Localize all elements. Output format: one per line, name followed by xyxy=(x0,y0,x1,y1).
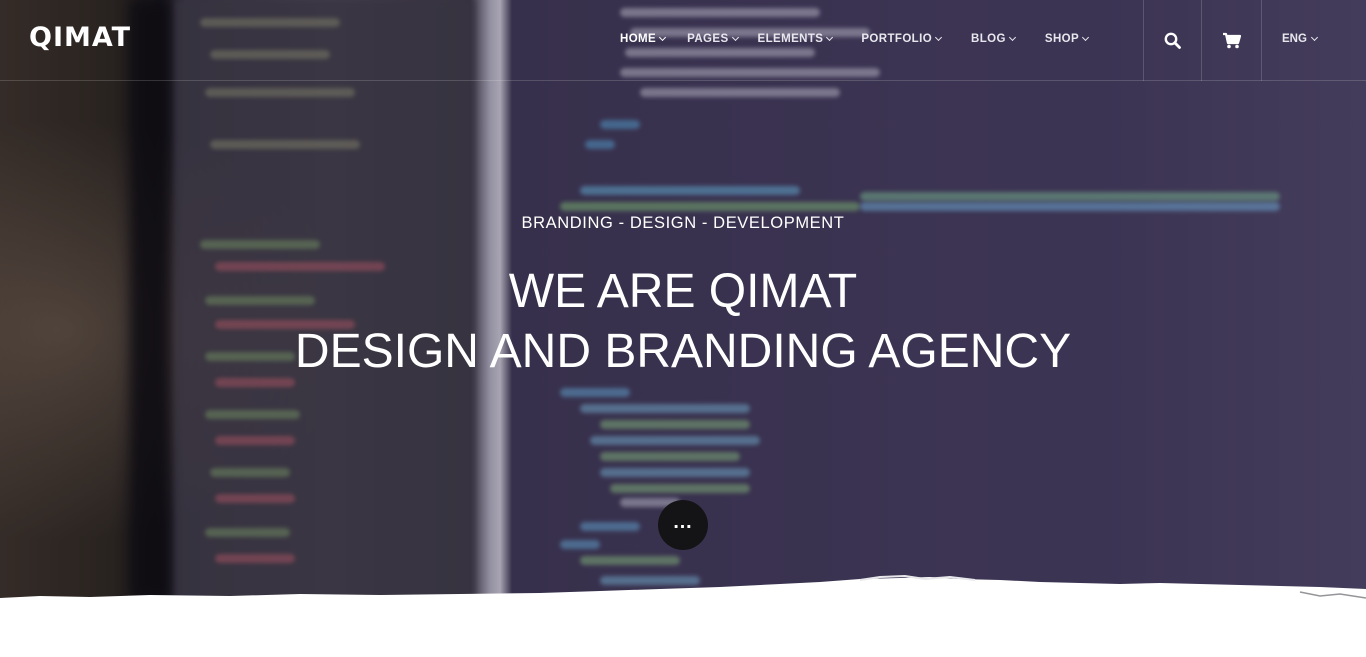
nav-item-pages[interactable]: PAGES xyxy=(687,33,739,45)
nav-item-elements[interactable]: ELEMENTS xyxy=(757,33,834,45)
cart-button[interactable] xyxy=(1202,0,1261,81)
hero-headline-line2: DESIGN AND BRANDING AGENCY xyxy=(294,325,1072,378)
nav-item-label: HOME xyxy=(620,33,657,45)
nav-item-home[interactable]: HOME xyxy=(620,33,667,45)
hero-headline-line1: WE ARE QIMAT xyxy=(508,265,858,318)
search-button[interactable] xyxy=(1144,0,1201,81)
language-label: ENG xyxy=(1282,33,1307,45)
chevron-down-icon xyxy=(1310,33,1318,42)
nav-item-label: BLOG xyxy=(971,33,1006,45)
search-icon xyxy=(1164,32,1181,49)
chevron-down-icon xyxy=(1082,33,1090,42)
torn-paper-divider xyxy=(0,574,1366,612)
nav-item-shop[interactable]: SHOP xyxy=(1044,33,1090,45)
chevron-down-icon xyxy=(1008,33,1016,42)
chevron-down-icon xyxy=(659,33,667,42)
language-selector[interactable]: ENG xyxy=(1282,33,1318,45)
chevron-down-icon xyxy=(826,33,834,42)
chevron-down-icon xyxy=(935,33,943,42)
nav-item-blog[interactable]: BLOG xyxy=(971,33,1016,45)
hero-section: QIMAT HOME PAGES ELEMENTS PORTFOLIO BLOG… xyxy=(0,0,1366,600)
nav-divider xyxy=(1261,0,1262,81)
more-dots-icon: … xyxy=(672,511,694,533)
cart-icon xyxy=(1223,32,1241,49)
nav-item-label: ELEMENTS xyxy=(757,33,824,45)
top-navigation-bar: QIMAT HOME PAGES ELEMENTS PORTFOLIO BLOG… xyxy=(0,0,1366,81)
more-button[interactable]: … xyxy=(658,500,708,550)
main-nav: HOME PAGES ELEMENTS PORTFOLIO BLOG SHOP xyxy=(620,33,1090,45)
nav-item-label: PAGES xyxy=(687,33,729,45)
nav-item-label: PORTFOLIO xyxy=(861,33,933,45)
chevron-down-icon xyxy=(731,33,739,42)
nav-item-portfolio[interactable]: PORTFOLIO xyxy=(861,33,943,45)
site-logo[interactable]: QIMAT xyxy=(29,22,131,53)
hero-subtitle: BRANDING - DESIGN - DEVELOPMENT xyxy=(521,214,845,232)
hero-headline: WE ARE QIMAT DESIGN AND BRANDING AGENCY xyxy=(0,262,1366,382)
nav-item-label: SHOP xyxy=(1044,33,1080,45)
